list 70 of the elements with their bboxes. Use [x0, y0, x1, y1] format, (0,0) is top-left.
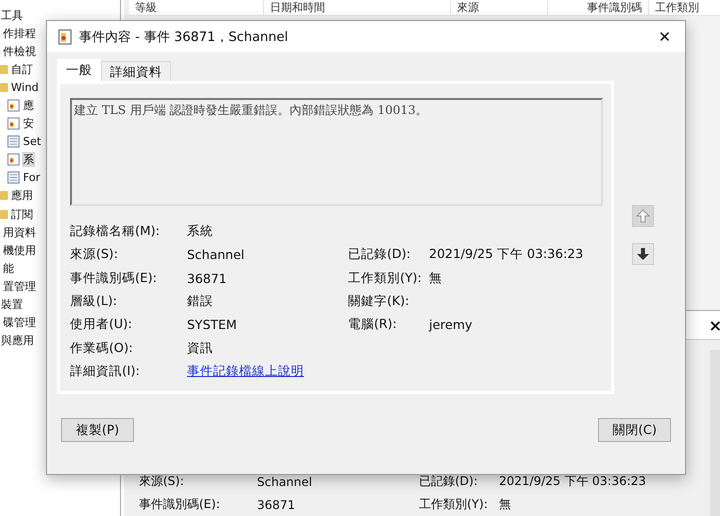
next-button[interactable]	[632, 243, 654, 265]
log-icon	[57, 28, 73, 44]
field-label: 記錄檔名稱(M):	[70, 223, 161, 240]
close-button[interactable]: ✕	[654, 28, 675, 46]
field-label: 詳細資訊(I):	[70, 362, 141, 380]
page-icon	[7, 135, 20, 148]
tab[interactable]: 詳細資料	[101, 61, 171, 81]
field-label: 已記錄(D):	[419, 473, 479, 490]
tree-item[interactable]: 安	[22, 116, 35, 132]
column-header[interactable]: 日期和時間	[264, 0, 451, 15]
page-icon	[7, 171, 20, 184]
field-value: 2021/9/25 下午 03:36:23	[429, 246, 584, 264]
tree-item[interactable]: Wind	[10, 80, 40, 94]
column-header[interactable]: 等級	[129, 0, 264, 15]
field-label: 工作類別(Y):	[419, 496, 489, 513]
field-value: Schannel	[257, 474, 314, 488]
tree-item[interactable]: 應	[22, 98, 35, 114]
tree-item[interactable]: 自訂	[10, 62, 34, 77]
field-label: 層級(L):	[70, 293, 118, 310]
tree-item[interactable]: 應用	[10, 188, 34, 204]
field-value: 36871	[257, 498, 296, 512]
close-dialog-button[interactable]: 關閉(C)	[598, 418, 671, 442]
window-title: 事件內容 - 事件 36871，Schannel	[79, 28, 290, 46]
message-text: 建立 TLS 用戶端 認證時發生嚴重錯誤。內部錯誤狀態為 10013。	[74, 103, 428, 117]
tree-item[interactable]: For	[22, 171, 42, 184]
tree-item[interactable]: Set	[22, 135, 42, 148]
log-icon	[7, 117, 20, 130]
field-label: 事件識別碼(E):	[70, 270, 158, 287]
field-label: 電腦(R):	[348, 316, 397, 332]
field-value: 36871	[187, 270, 227, 286]
field-label: 事件識別碼(E):	[139, 496, 221, 513]
field-value: 資訊	[187, 340, 213, 355]
tree-item[interactable]: 能	[2, 260, 15, 276]
field-value: 無	[429, 270, 442, 287]
field-value: jeremy	[429, 317, 472, 332]
field-value: 無	[499, 496, 512, 513]
help-link[interactable]: 事件記錄檔線上說明	[187, 362, 304, 378]
up-arrow-icon	[636, 209, 650, 223]
field-label: 來源(S):	[139, 473, 186, 490]
tree-item[interactable]: 用資料	[2, 224, 37, 240]
down-arrow-icon	[636, 247, 650, 261]
copy-button[interactable]: 複製(P)	[61, 418, 134, 442]
field-value: SYSTEM	[187, 317, 237, 332]
field-label: 已記錄(D):	[348, 246, 411, 262]
tree-item[interactable]: 系	[22, 152, 35, 168]
close-button[interactable]: ×	[708, 316, 720, 334]
tree-item[interactable]: 工具	[0, 8, 24, 23]
log-icon	[7, 99, 20, 112]
column-header[interactable]: 來源	[451, 0, 548, 15]
tree-item[interactable]: 碟管理	[2, 315, 37, 330]
field-label: 工作類別(Y):	[348, 270, 422, 285]
tree-item[interactable]: 裝置	[0, 297, 24, 312]
field-label: 關鍵字(K):	[348, 293, 410, 308]
column-header[interactable]: 事件識別碼	[548, 0, 649, 15]
tree-item[interactable]: 件檢視	[2, 44, 37, 59]
field-value: 2021/9/25 下午 03:36:23	[499, 473, 648, 490]
tree-item[interactable]: 與應用	[0, 333, 35, 348]
field-label: 作業碼(O):	[70, 340, 134, 357]
tree-item[interactable]: 訂閱	[10, 206, 34, 222]
field-value: 系統	[187, 223, 213, 238]
tree-item[interactable]: 機使用	[2, 242, 37, 258]
log-icon	[7, 153, 20, 166]
field-value: 錯誤	[187, 293, 213, 308]
field-label: 來源(S):	[70, 246, 119, 264]
tab[interactable]: 一般	[57, 59, 101, 81]
tree-item[interactable]: 置管理	[2, 278, 37, 294]
tree-item[interactable]: 作排程	[2, 26, 37, 41]
field-value: Schannel	[187, 247, 244, 262]
field-label: 使用者(U):	[70, 316, 134, 334]
column-header[interactable]: 工作類別	[649, 0, 720, 15]
